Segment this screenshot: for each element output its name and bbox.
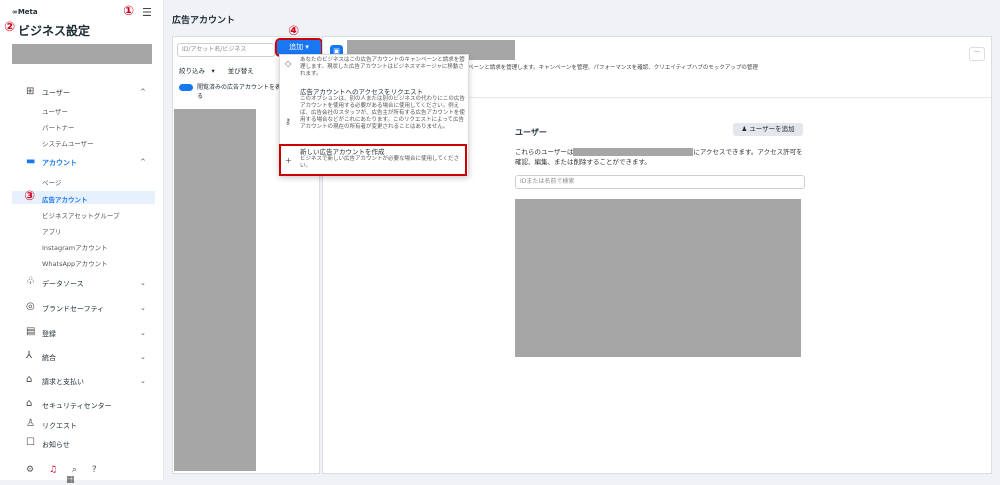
redacted-name	[573, 148, 694, 156]
bank-icon: ⌂	[26, 374, 33, 385]
sidebar-section-requests[interactable]: リクエスト	[42, 421, 77, 431]
sidebar-section-integration[interactable]: 統合	[42, 353, 56, 363]
step-marker-4: ④	[288, 24, 300, 39]
add-button[interactable]: 追加 ▾	[275, 38, 323, 57]
sidebar-title: ビジネス設定	[18, 24, 91, 38]
sort-label[interactable]: 並び替え	[228, 67, 254, 75]
add-user-label: ユーザーを追加	[749, 125, 795, 133]
step-marker-1: ①	[123, 4, 135, 19]
request-access-title: 広告アカウントへのアクセスをリクエスト	[300, 88, 424, 96]
lock-icon: ⌂	[26, 398, 33, 409]
notifications-icon[interactable]: ♫	[49, 465, 57, 475]
accounts-icon: ▬	[26, 156, 36, 167]
chevron-down-icon[interactable]: ⌄	[140, 304, 146, 312]
sidebar-section-accounts[interactable]: アカウント	[42, 158, 77, 168]
users-list[interactable]	[515, 199, 801, 357]
datasource-icon: ♧	[26, 276, 35, 287]
users-title: ユーザー	[515, 128, 547, 137]
integration-icon: ⅄	[26, 350, 33, 361]
sidebar-section-register[interactable]: 登録	[42, 329, 56, 339]
search-icon[interactable]: ⌕	[72, 465, 77, 475]
plus-icon: +	[285, 156, 292, 165]
sidebar-section-notifications[interactable]: お知らせ	[42, 440, 70, 450]
step-marker-2: ②	[4, 20, 16, 35]
filter-dropdown[interactable]: 絞り込み ▾ 並び替え	[179, 65, 254, 75]
shield-icon: ◎	[26, 301, 35, 312]
chevron-up-icon[interactable]: ^	[140, 158, 146, 166]
sidebar-section-brand-safety[interactable]: ブランドセーフティ	[42, 304, 104, 314]
sidebar-item-pages[interactable]: ページ	[42, 177, 61, 187]
chevron-up-icon[interactable]: ^	[140, 88, 146, 96]
dropdown-item-add-existing[interactable]: あなたのビジネスはこの広告アカウントのキャンペーンと請求を管理します。現状した広…	[300, 57, 466, 78]
bottom-toolbar: ⚙ ♫ ⌕ ? ▦	[26, 465, 163, 485]
sidebar-section-data-sources[interactable]: データソース	[42, 279, 84, 289]
search-input[interactable]: ID/アセット名/ビジネス	[177, 43, 275, 57]
register-icon: ▤	[26, 326, 36, 337]
sidebar-section-billing[interactable]: 請求と支払い	[42, 377, 84, 387]
page-title: 広告アカウント	[172, 16, 236, 26]
users-card: ユーザー ♟ ユーザーを追加 これらのユーザーは にアクセスできます。アクセス許可…	[503, 115, 813, 469]
chevron-down-icon[interactable]: ⌄	[140, 329, 146, 337]
sidebar-section-security[interactable]: セキュリティセンター	[42, 401, 112, 411]
settings-icon[interactable]: ⚙	[26, 465, 34, 475]
help-icon[interactable]: ?	[92, 465, 97, 475]
sidebar-item-asset-groups[interactable]: ビジネスアセットグループ	[42, 210, 119, 220]
sidebar-item-ad-accounts[interactable]: 広告アカウント	[42, 194, 88, 204]
dropdown-item-request-access[interactable]: 広告アカウントへのアクセスをリクエスト このオプションは、別の人または別のビジネ…	[300, 89, 466, 131]
users-description: これらのユーザーは にアクセスできます。アクセス許可を確認、編集、または削除するこ…	[515, 147, 805, 167]
chevron-down-icon[interactable]: ⌄	[140, 353, 146, 361]
sidebar-item-system-users[interactable]: システムユーザー	[42, 138, 94, 148]
account-list[interactable]	[174, 109, 256, 471]
sidebar-item-partners[interactable]: パートナー	[42, 122, 75, 132]
add-dropdown-menu: ◇ あなたのビジネスはこの広告アカウントのキャンペーンと請求を管理します。現状し…	[279, 54, 469, 176]
chevron-down-icon[interactable]: ⌄	[140, 279, 146, 287]
sidebar-item-instagram[interactable]: Instagramアカウント	[42, 242, 108, 252]
add-user-button[interactable]: ♟ ユーザーを追加	[733, 123, 803, 136]
sidebar-section-users[interactable]: ユーザー	[42, 88, 70, 98]
users-icon: ⊞	[26, 86, 35, 97]
create-new-desc: ビジネスで新しい広告アカウントが必要な場合に使用してください。	[300, 156, 460, 169]
sidebar-item-apps[interactable]: アプリ	[42, 226, 62, 236]
tag-icon: ◇	[285, 59, 292, 68]
more-button[interactable]: ···	[969, 47, 985, 61]
viewed-toggle[interactable]	[179, 84, 193, 91]
filter-label: 絞り込み	[179, 67, 205, 75]
dropdown-item-create-new[interactable]: 新しい広告アカウントを作成 ビジネスで新しい広告アカウントが必要な場合に使用して…	[300, 149, 466, 170]
notify-icon: ☐	[26, 437, 35, 448]
sidebar-item-users[interactable]: ユーザー	[42, 106, 68, 116]
users-text-before: これらのユーザーは	[515, 148, 574, 156]
meta-logo: ∞Meta	[12, 8, 38, 16]
chevron-down-icon[interactable]: ⌄	[140, 377, 146, 385]
sidebar-item-whatsapp[interactable]: WhatsAppアカウント	[42, 258, 108, 268]
menu-icon[interactable]: ☰	[142, 6, 152, 19]
business-selector[interactable]	[12, 44, 152, 64]
key-icon: ⚷	[285, 117, 291, 126]
panel-icon[interactable]: ▦	[66, 475, 75, 485]
request-access-desc: このオプションは、別の人または別のビジネスの代わりにこの広告アカウントを使用する…	[300, 96, 465, 130]
step-marker-3: ③	[24, 189, 36, 204]
sidebar: ∞Meta ① ☰ ② ビジネス設定 ⊞ ユーザー ^ ユーザー パートナー シ…	[0, 0, 164, 485]
create-new-title: 新しい広告アカウントを作成	[300, 148, 385, 156]
request-icon: ♙	[26, 418, 35, 429]
users-search-input[interactable]: IDまたは名前で検索	[515, 175, 805, 189]
